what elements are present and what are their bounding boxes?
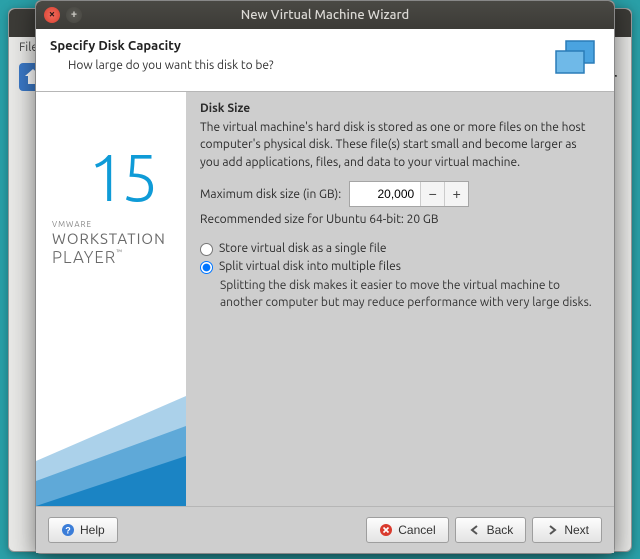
max-size-row: Maximum disk size (in GB): − +: [200, 181, 598, 207]
cancel-button[interactable]: Cancel: [366, 517, 448, 543]
version-number: 15: [88, 140, 154, 214]
radio-single-label[interactable]: Store virtual disk as a single file: [219, 242, 387, 255]
help-icon: ?: [61, 523, 75, 537]
help-button[interactable]: ? Help: [48, 517, 118, 543]
plus-icon[interactable]: +: [66, 7, 82, 23]
page-subtitle: How large do you want this disk to be?: [50, 59, 552, 72]
help-label: Help: [80, 523, 105, 537]
radio-single-input[interactable]: [200, 243, 213, 256]
cancel-icon: [379, 523, 393, 537]
radio-split-file[interactable]: Split virtual disk into multiple files: [200, 260, 598, 274]
cancel-label: Cancel: [398, 523, 435, 537]
max-size-input[interactable]: [350, 182, 420, 206]
radio-split-input[interactable]: [200, 261, 213, 274]
back-button[interactable]: Back: [455, 517, 527, 543]
svg-text:?: ?: [65, 526, 71, 536]
spinner-plus-button[interactable]: +: [444, 182, 468, 206]
monitor-icon: [552, 39, 600, 79]
brand-player: PLAYER™: [52, 248, 123, 267]
next-icon: [545, 523, 559, 537]
back-label: Back: [487, 523, 514, 537]
recommended-size: Recommended size for Ubuntu 64-bit: 20 G…: [200, 213, 598, 226]
max-size-label: Maximum disk size (in GB):: [200, 188, 341, 201]
radio-split-label[interactable]: Split virtual disk into multiple files: [219, 260, 401, 273]
next-button[interactable]: Next: [532, 517, 602, 543]
wizard-content: 15 VMWARE WORKSTATION PLAYER™ Disk Size …: [36, 92, 614, 506]
spinner-minus-button[interactable]: −: [420, 182, 444, 206]
main-panel: Disk Size The virtual machine's hard dis…: [186, 92, 614, 506]
brand-workstation: WORKSTATION: [52, 230, 166, 247]
titlebar[interactable]: × + New Virtual Machine Wizard: [36, 1, 614, 29]
window-title: New Virtual Machine Wizard: [36, 8, 614, 22]
wizard-header: Specify Disk Capacity How large do you w…: [36, 29, 614, 92]
side-artwork: 15 VMWARE WORKSTATION PLAYER™: [36, 92, 186, 506]
back-icon: [468, 523, 482, 537]
close-icon[interactable]: ×: [44, 7, 60, 23]
split-hint: Splitting the disk makes it easier to mo…: [200, 278, 598, 312]
next-label: Next: [564, 523, 589, 537]
disk-size-heading: Disk Size: [200, 102, 598, 115]
radio-single-file[interactable]: Store virtual disk as a single file: [200, 242, 598, 256]
max-size-spinner: − +: [349, 181, 469, 207]
brand-vmware: VMWARE: [52, 220, 92, 229]
wizard-footer: ? Help Cancel Back Next: [36, 506, 614, 553]
wizard-dialog: × + New Virtual Machine Wizard Specify D…: [35, 0, 615, 554]
page-title: Specify Disk Capacity: [50, 39, 552, 53]
disk-description: The virtual machine's hard disk is store…: [200, 119, 598, 171]
